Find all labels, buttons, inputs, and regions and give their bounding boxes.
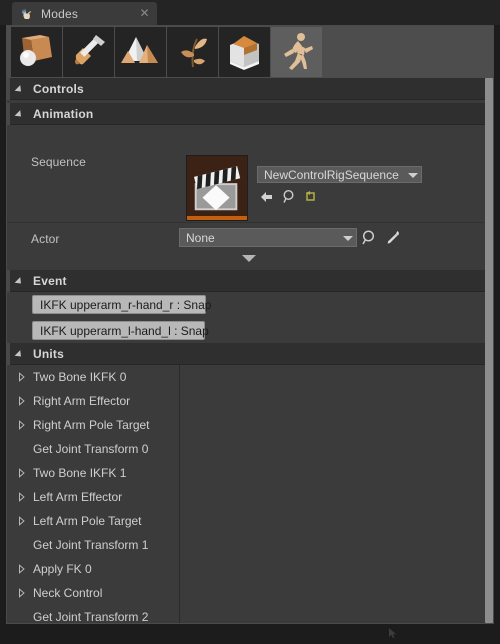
unit-row[interactable]: Two Bone IKFK 1 bbox=[7, 461, 179, 485]
tab-title: Modes bbox=[41, 6, 79, 21]
unit-label: Two Bone IKFK 1 bbox=[33, 466, 127, 480]
chevron-down-icon bbox=[17, 349, 26, 358]
unit-label: Get Joint Transform 1 bbox=[33, 538, 149, 552]
tab-modes[interactable]: Modes ✕ bbox=[12, 2, 157, 25]
unit-label: Get Joint Transform 2 bbox=[33, 610, 149, 624]
unit-row[interactable]: Two Bone IKFK 0 bbox=[7, 365, 179, 389]
chevron-right-icon[interactable] bbox=[17, 468, 27, 478]
reset-to-default-button[interactable] bbox=[305, 190, 318, 203]
unit-row[interactable]: Get Joint Transform 0 bbox=[7, 437, 179, 461]
chevron-down-icon bbox=[17, 84, 26, 93]
geometry-mode-button[interactable] bbox=[219, 27, 270, 77]
sequence-combo[interactable]: NewControlRigSequence bbox=[257, 166, 422, 183]
unit-label: Neck Control bbox=[33, 586, 103, 600]
thumbnail-accent-strip bbox=[187, 216, 247, 220]
close-icon[interactable]: ✕ bbox=[138, 7, 151, 20]
section-header-event[interactable]: Event bbox=[7, 270, 493, 292]
animation-mode-button[interactable] bbox=[271, 27, 322, 77]
browse-back-button[interactable] bbox=[260, 190, 274, 204]
divider bbox=[7, 222, 493, 223]
section-header-controls[interactable]: Controls bbox=[7, 78, 493, 100]
units-splitter[interactable] bbox=[179, 365, 180, 623]
foliage-mode-button[interactable] bbox=[167, 27, 218, 77]
actor-combo[interactable]: None bbox=[179, 228, 357, 247]
unit-label: Two Bone IKFK 0 bbox=[33, 370, 127, 384]
animation-properties bbox=[7, 125, 493, 245]
modes-hand-icon bbox=[18, 6, 34, 22]
chevron-right-icon[interactable] bbox=[17, 564, 27, 574]
pick-actor-button[interactable] bbox=[385, 229, 402, 246]
chevron-right-icon[interactable] bbox=[17, 420, 27, 430]
vertical-scrollbar[interactable] bbox=[485, 78, 493, 623]
section-label-controls: Controls bbox=[33, 81, 84, 96]
chevron-right-icon[interactable] bbox=[17, 516, 27, 526]
unit-row[interactable]: Neck Control bbox=[7, 581, 179, 605]
unit-label: Left Arm Effector bbox=[33, 490, 123, 504]
unit-row[interactable]: Apply FK 0 bbox=[7, 557, 179, 581]
mode-toolbar bbox=[7, 26, 493, 78]
unit-row[interactable]: Get Joint Transform 1 bbox=[7, 533, 179, 557]
unit-row[interactable]: Left Arm Effector bbox=[7, 485, 179, 509]
unit-label: Right Arm Effector bbox=[33, 394, 131, 408]
chevron-right-icon[interactable] bbox=[17, 396, 27, 406]
chevron-right-icon[interactable] bbox=[17, 372, 27, 382]
mouse-cursor-artifact bbox=[388, 626, 398, 638]
sequence-row-label: Sequence bbox=[31, 155, 86, 169]
unit-label: Apply FK 0 bbox=[33, 562, 92, 576]
chevron-down-icon bbox=[17, 109, 26, 118]
actor-value: None bbox=[186, 230, 215, 245]
units-tree: Two Bone IKFK 0 Right Arm Effector Right A… bbox=[7, 365, 493, 624]
unit-row[interactable]: Right Arm Effector bbox=[7, 389, 179, 413]
chevron-down-icon bbox=[17, 276, 26, 285]
place-mode-button[interactable] bbox=[11, 27, 62, 77]
sequence-thumbnail[interactable] bbox=[186, 155, 248, 221]
chevron-right-icon[interactable] bbox=[17, 588, 27, 598]
chevron-down-icon bbox=[405, 167, 421, 182]
unit-row[interactable]: Get Joint Transform 2 bbox=[7, 605, 179, 629]
section-label-units: Units bbox=[33, 346, 64, 361]
sequence-value: NewControlRigSequence bbox=[264, 167, 399, 182]
scrollbar-thumb[interactable] bbox=[485, 78, 493, 623]
landscape-mode-button[interactable] bbox=[115, 27, 166, 77]
browse-actor-button[interactable] bbox=[361, 229, 378, 246]
event-button-ikfk-left[interactable]: IKFK upperarm_l-hand_l : Snap bbox=[32, 321, 209, 340]
chevron-right-icon[interactable] bbox=[17, 492, 27, 502]
event-button-label: IKFK upperarm_l-hand_l : Snap bbox=[40, 323, 209, 338]
unit-row[interactable]: Left Arm Pole Target bbox=[7, 509, 179, 533]
modes-panel: Controls Animation Sequence NewControlRi… bbox=[6, 25, 494, 638]
section-label-animation: Animation bbox=[33, 106, 94, 121]
event-button-ikfk-right[interactable]: IKFK upperarm_r-hand_r : Snap bbox=[32, 295, 211, 314]
section-label-event: Event bbox=[33, 273, 67, 288]
unit-label: Get Joint Transform 0 bbox=[33, 442, 149, 456]
actor-row-label: Actor bbox=[31, 232, 60, 246]
unit-row[interactable]: Right Arm Pole Target bbox=[7, 413, 179, 437]
event-button-label: IKFK upperarm_r-hand_r : Snap bbox=[40, 297, 212, 312]
paint-mode-button[interactable] bbox=[63, 27, 114, 77]
chevron-down-icon bbox=[340, 229, 356, 246]
section-header-animation[interactable]: Animation bbox=[7, 103, 493, 125]
unit-label: Right Arm Pole Target bbox=[33, 418, 150, 432]
section-header-units[interactable]: Units bbox=[7, 343, 493, 365]
unit-label: Left Arm Pole Target bbox=[33, 514, 142, 528]
expand-more-button[interactable] bbox=[242, 255, 256, 263]
find-in-content-browser-button[interactable] bbox=[282, 189, 297, 204]
tab-strip: Modes ✕ bbox=[0, 0, 500, 25]
